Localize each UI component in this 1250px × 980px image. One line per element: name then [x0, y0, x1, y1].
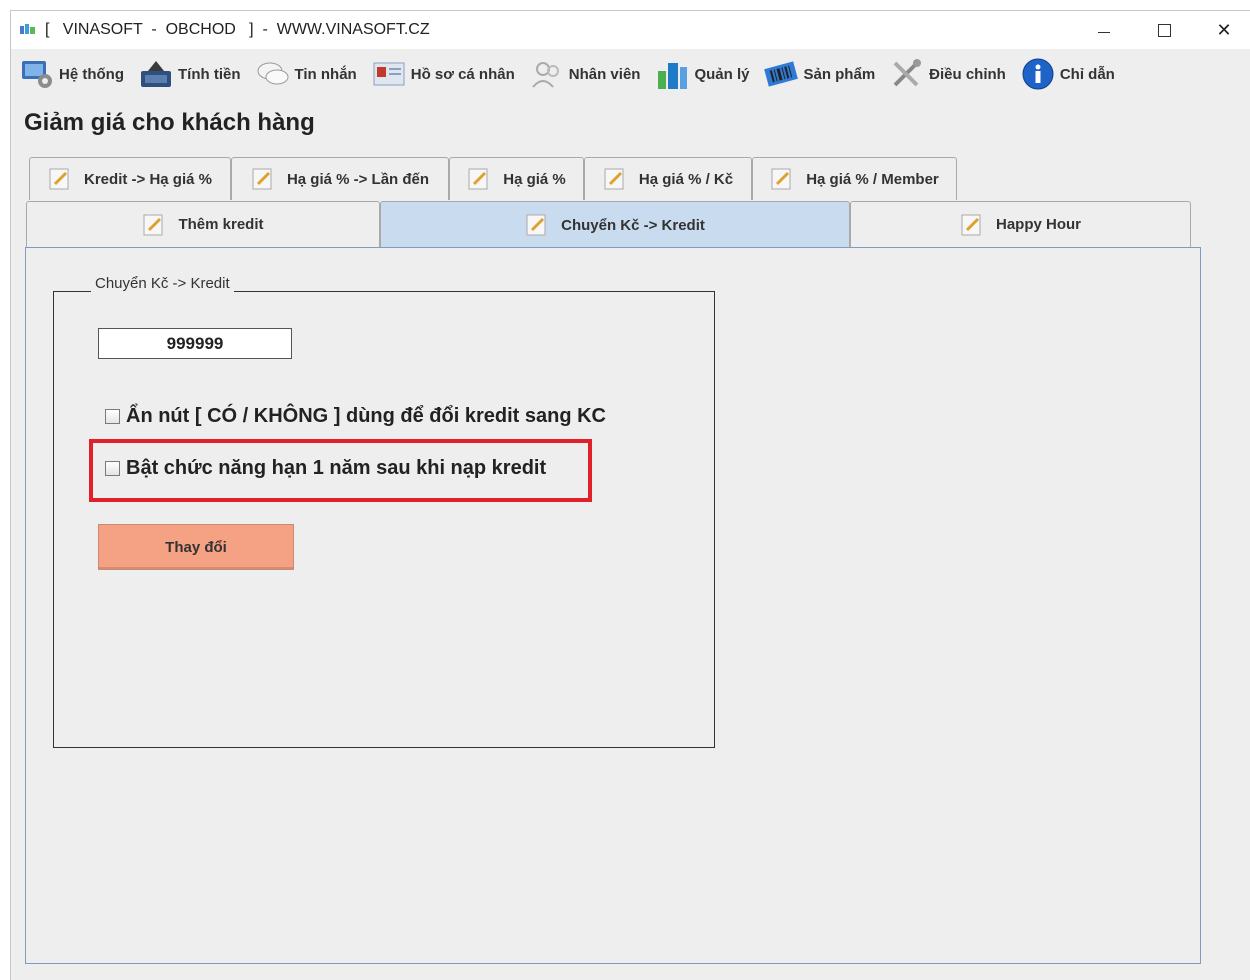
checkbox-label: Ẩn nút [ CÓ / KHÔNG ] dùng để đổi kredit… [126, 405, 606, 427]
employees-icon [531, 62, 559, 88]
menu-label: Nhân viên [568, 65, 641, 83]
menu-item-settings[interactable]: Điều chỉnh [889, 54, 1006, 94]
tab-convert-czk-kredit[interactable]: Chuyển Kč -> Kredit [380, 201, 850, 248]
app-logo-icon [20, 24, 35, 34]
menu-item-help[interactable]: Chỉ dẫn [1020, 54, 1115, 94]
tab-discount-visits[interactable]: Hạ giá % -> Lần đến [231, 157, 449, 200]
tab-label: Hạ giá % -> Lần đến [286, 170, 430, 188]
tab-happy-hour[interactable]: Happy Hour [850, 201, 1191, 247]
edit-note-icon [961, 214, 981, 235]
menu-label: Tin nhắn [294, 65, 357, 83]
tab-label: Hạ giá % / Kč [638, 170, 734, 188]
tab-label: Chuyển Kč -> Kredit [561, 216, 705, 234]
amount-field[interactable]: 999999 [98, 328, 292, 359]
tab-label: Happy Hour [995, 216, 1081, 233]
menu-item-management[interactable]: Quản lý [654, 54, 749, 94]
minimize-button[interactable] [1081, 11, 1127, 49]
tab-label: Hạ giá % [503, 170, 566, 188]
window-title: [ VINASOFT - OBCHOD ] - WWW.VINASOFT.CZ [45, 21, 430, 38]
checkbox-label: Bật chức năng hạn 1 năm sau khi nạp kred… [126, 457, 547, 479]
tab-kredit-discount[interactable]: Kredit -> Hạ giá % [29, 157, 231, 200]
maximize-button[interactable] [1141, 11, 1187, 49]
page-title: Giảm giá cho khách hàng [24, 109, 315, 136]
tab-add-kredit[interactable]: Thêm kredit [26, 201, 380, 247]
menu-item-billing[interactable]: Tính tiền [138, 54, 241, 94]
profile-card-icon [373, 62, 405, 86]
menu-label: Sản phẩm [803, 65, 876, 83]
tab-discount-member[interactable]: Hạ giá % / Member [752, 157, 957, 200]
close-button[interactable]: ✕ [1201, 11, 1247, 49]
tools-icon [893, 59, 922, 87]
tab-label: Kredit -> Hạ giá % [84, 170, 212, 188]
menu-item-messages[interactable]: Tin nhắn [255, 54, 357, 94]
hide-yes-no-checkbox-row[interactable]: Ẩn nút [ CÓ / KHÔNG ] dùng để đổi kredit… [105, 405, 606, 428]
edit-note-icon [252, 168, 272, 190]
cash-register-icon [141, 61, 171, 87]
maximize-icon [1157, 23, 1171, 37]
menu-item-profile[interactable]: Hồ sơ cá nhân [371, 54, 515, 94]
tab-discount-percent[interactable]: Hạ giá % [449, 157, 584, 200]
edit-note-icon [526, 214, 546, 236]
menu-label: Hồ sơ cá nhân [410, 65, 515, 83]
edit-note-icon [49, 168, 69, 190]
menu-label: Quản lý [694, 65, 750, 83]
edit-note-icon [604, 168, 624, 190]
tab-label: Thêm kredit [178, 216, 264, 233]
groupbox-title: Chuyển Kč -> Kredit [91, 275, 234, 292]
expiry-checkbox-row[interactable]: Bật chức năng hạn 1 năm sau khi nạp kred… [105, 457, 546, 480]
menu-item-products[interactable]: Sản phẩm [763, 54, 875, 94]
tab-discount-czk[interactable]: Hạ giá % / Kč [584, 157, 752, 200]
info-icon [1022, 58, 1054, 90]
menu-item-employees[interactable]: Nhân viên [529, 54, 641, 94]
menu-label: Hệ thống [59, 65, 124, 83]
edit-note-icon [468, 168, 488, 190]
change-button[interactable]: Thay đổi [98, 524, 294, 570]
expiry-checkbox[interactable] [105, 461, 120, 476]
management-icon [658, 63, 688, 89]
title-bar: [ VINASOFT - OBCHOD ] - WWW.VINASOFT.CZ … [11, 11, 1250, 49]
messages-icon [257, 62, 288, 85]
menu-label: Điều chỉnh [929, 65, 1006, 83]
menu-bar: Hệ thống Tính tiền Tin nhắn Hồ sơ cá nhâ… [11, 51, 1250, 97]
menu-item-system[interactable]: Hệ thống [19, 54, 124, 94]
tab-label: Hạ giá % / Member [806, 170, 939, 188]
minimize-icon [1098, 31, 1110, 33]
barcode-icon [764, 61, 799, 87]
hide-yes-no-checkbox[interactable] [105, 409, 120, 424]
close-icon: ✕ [1216, 19, 1232, 40]
menu-label: Tính tiền [178, 65, 241, 83]
app-window: [ VINASOFT - OBCHOD ] - WWW.VINASOFT.CZ … [10, 10, 1250, 980]
system-icon [22, 61, 52, 88]
edit-note-icon [143, 214, 163, 235]
menu-label: Chỉ dẫn [1059, 65, 1115, 83]
convert-groupbox [53, 291, 715, 748]
edit-note-icon [771, 168, 791, 190]
